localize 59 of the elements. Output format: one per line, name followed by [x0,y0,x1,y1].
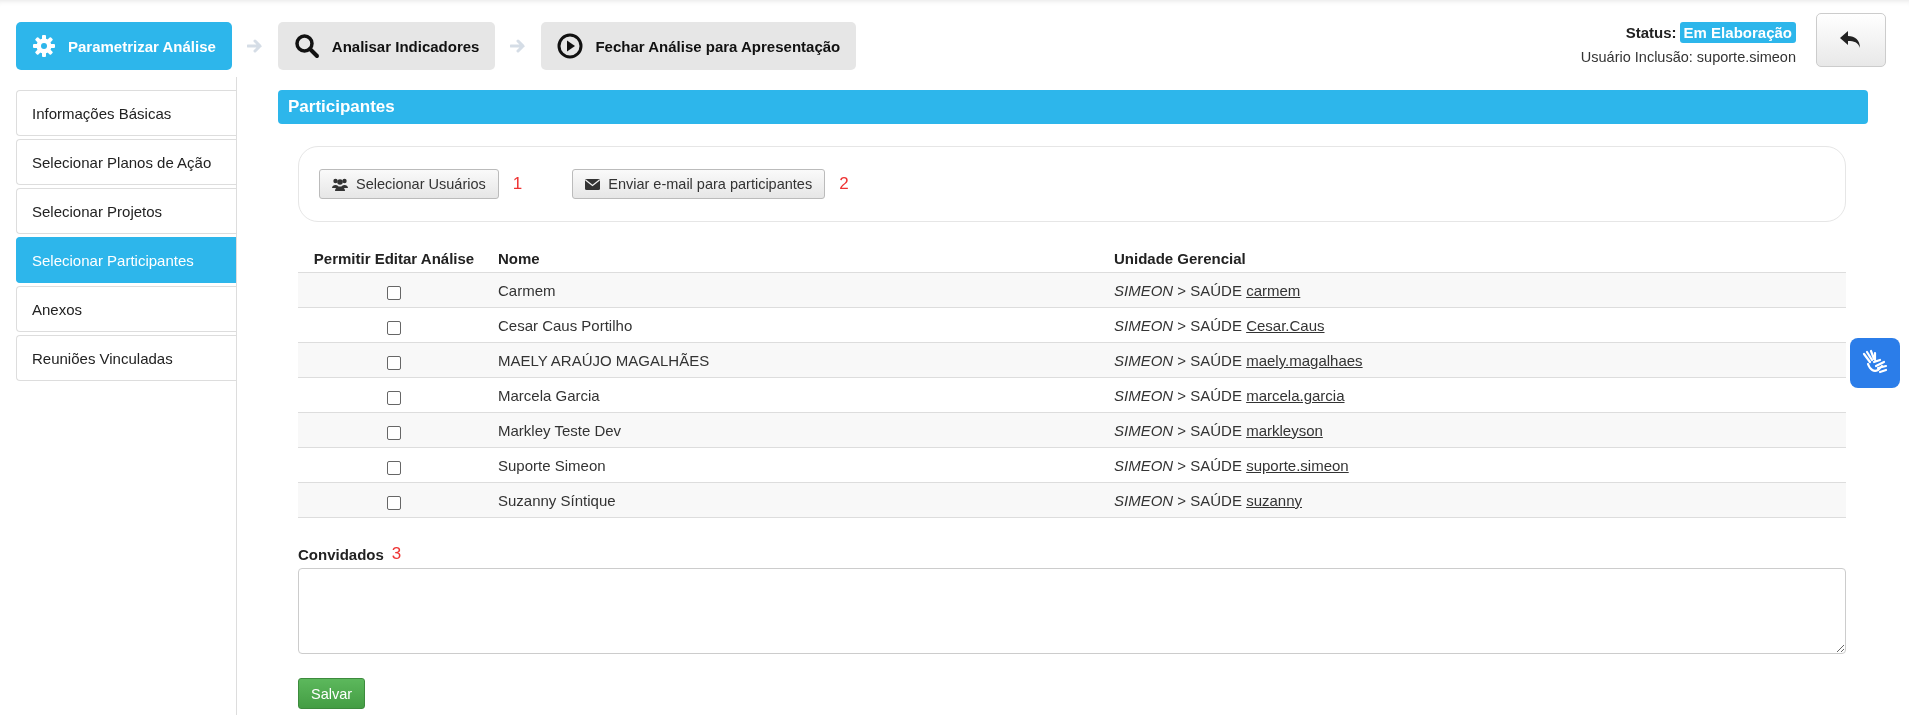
table-cell: Cesar Caus Portilho [490,307,1106,343]
sidebar-item[interactable]: Reuniões Vinculadas [16,335,236,381]
table-cell: Suporte Simeon [490,447,1106,483]
user-link[interactable]: carmem [1246,281,1301,299]
step-number: 1 [512,174,523,194]
unit-path: SIMEON > SAÚDE [1114,386,1242,404]
column-header: Unidade Gerencial [1106,244,1846,273]
checkbox[interactable] [387,286,401,300]
search-icon [293,33,320,59]
sidebar-item[interactable]: Selecionar Projetos [16,188,236,234]
user-link[interactable]: suzanny [1246,491,1302,509]
step-number: 2 [839,174,849,194]
step-button[interactable]: Fechar Análise para Apresentação [541,22,857,70]
select-users-button[interactable]: Selecionar Usuários [319,169,499,199]
envelope-icon [585,178,601,190]
checkbox[interactable] [387,356,401,370]
checkbox[interactable] [387,461,401,475]
user-link[interactable]: maely.magalhaes [1246,351,1363,369]
play-icon [557,33,584,59]
status-label: Status: [1625,24,1677,41]
unit-path: SIMEON > SAÚDE [1114,281,1242,299]
sidebar-item[interactable]: Anexos [16,286,236,332]
reply-arrow-icon [1839,30,1863,50]
user-link[interactable]: marcela.garcia [1246,386,1345,404]
checkbox[interactable] [387,321,401,335]
panel-header: Participantes [278,90,1868,124]
arrow-icon [510,39,527,53]
table-cell: MAELY ARAÚJO MAGALHÃES [490,342,1106,378]
unit-path: SIMEON > SAÚDE [1114,491,1242,509]
table-cell: Markley Teste Dev [490,412,1106,448]
gear-icon [32,34,56,58]
checkbox[interactable] [387,426,401,440]
unit-path: SIMEON > SAÚDE [1114,351,1242,369]
step-number: 3 [391,544,402,564]
table-cell: Carmem [490,272,1106,308]
user-link[interactable]: suporte.simeon [1246,456,1349,474]
table-cell: Marcela Garcia [490,377,1106,413]
invitees-field[interactable] [298,568,1846,654]
back-button[interactable] [1816,13,1886,67]
step-button[interactable]: Analisar Indicadores [277,22,496,70]
status-badge: Em Elaboração [1679,22,1796,43]
table-cell: Suzanny Síntique [490,482,1106,518]
user-link[interactable]: Cesar.Caus [1246,316,1325,334]
unit-path: SIMEON > SAÚDE [1114,316,1242,334]
checkbox[interactable] [387,496,401,510]
arrow-icon [246,39,263,53]
sidebar-item[interactable]: Informações Básicas [16,90,236,136]
column-header: Permitir Editar Análise [298,244,490,273]
user-link[interactable]: markleyson [1246,421,1323,439]
field-label: Convidados [298,545,384,563]
users-icon [332,177,348,191]
send-email-button[interactable]: Enviar e-mail para participantes [572,169,826,199]
sidebar-item[interactable]: Selecionar Planos de Ação [16,139,236,185]
unit-path: SIMEON > SAÚDE [1114,456,1242,474]
sign-language-button[interactable] [1850,338,1900,388]
unit-path: SIMEON > SAÚDE [1114,421,1242,439]
column-header: Nome [490,244,1106,273]
checkbox[interactable] [387,391,401,405]
user-info: Usuário Inclusão: suporte.simeon [1580,49,1796,65]
